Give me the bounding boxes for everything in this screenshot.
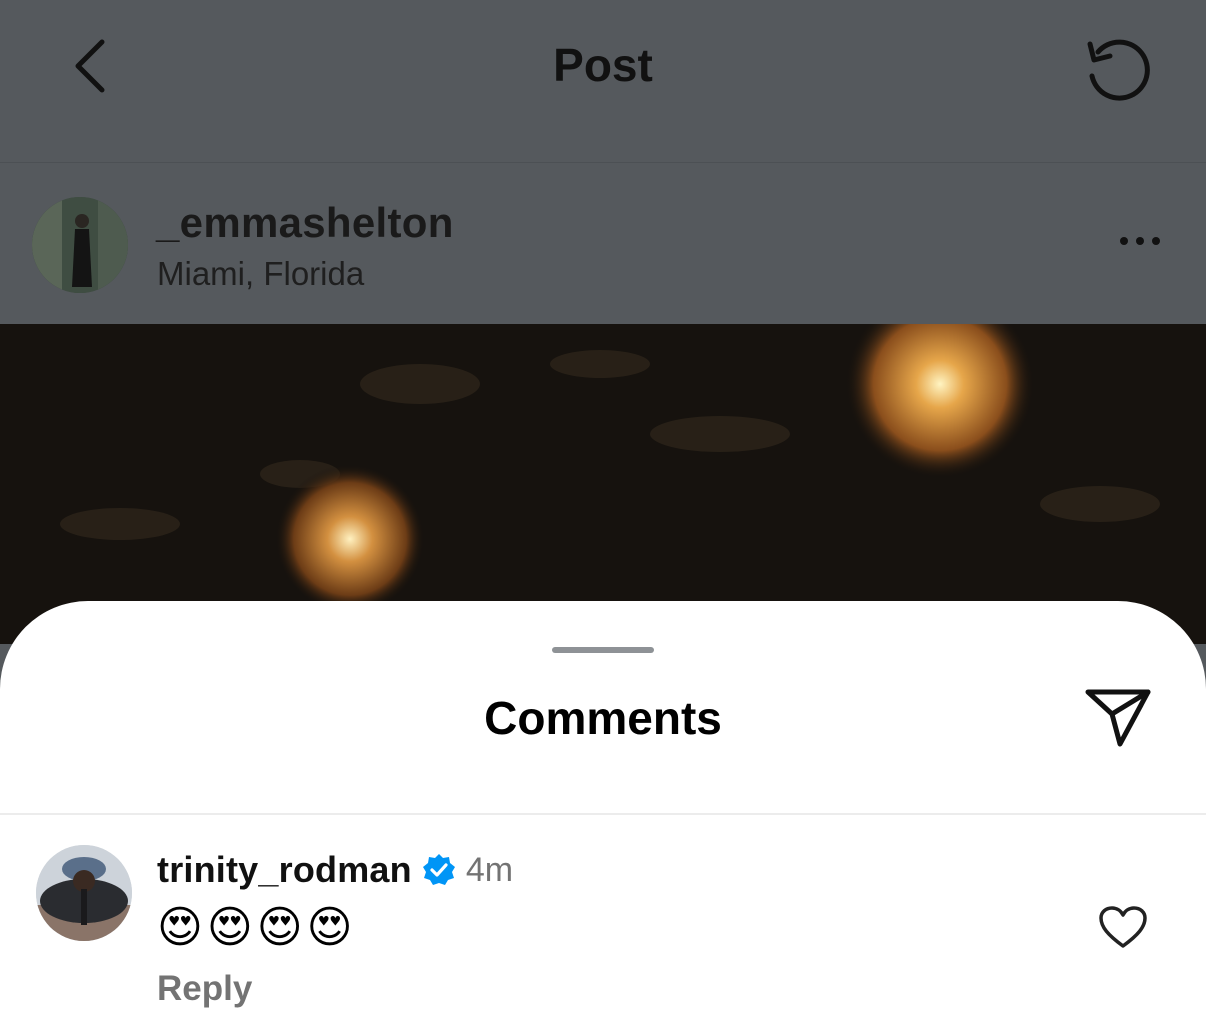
verified-badge-icon <box>422 853 456 887</box>
top-bar: Post <box>0 0 1206 162</box>
avatar[interactable] <box>32 197 128 293</box>
avatar-image <box>36 845 132 941</box>
drag-handle[interactable] <box>552 647 654 653</box>
refresh-button[interactable] <box>1076 28 1156 108</box>
like-comment-button[interactable] <box>1094 901 1152 953</box>
post-image <box>0 324 1206 644</box>
post-photo <box>0 324 1206 644</box>
comments-sheet: Comments trinity_rodman 4m 😍😍😍😍 Reply <box>0 601 1206 1020</box>
comments-title: Comments <box>484 692 722 744</box>
more-horizontal-icon <box>1120 237 1128 245</box>
comment-header: trinity_rodman 4m <box>157 849 513 891</box>
comment-timestamp: 4m <box>465 850 514 889</box>
comment-username[interactable]: trinity_rodman <box>157 849 412 891</box>
share-button[interactable] <box>1078 683 1158 753</box>
heart-icon <box>1099 906 1147 948</box>
post-location[interactable]: Miami, Florida <box>157 255 364 293</box>
avatar[interactable] <box>36 845 132 941</box>
comment-text: 😍😍😍😍 <box>157 902 357 953</box>
page-title: Post <box>553 39 653 91</box>
post-header: _emmashelton Miami, Florida <box>0 163 1206 324</box>
reply-button[interactable]: Reply <box>157 969 252 1009</box>
post-username[interactable]: _emmashelton <box>156 199 454 247</box>
comment-item: trinity_rodman 4m 😍😍😍😍 Reply <box>0 815 1206 1020</box>
paper-plane-icon <box>1085 689 1151 747</box>
more-options-button[interactable] <box>1104 219 1176 263</box>
refresh-icon <box>1087 39 1150 101</box>
avatar-image <box>32 197 128 293</box>
